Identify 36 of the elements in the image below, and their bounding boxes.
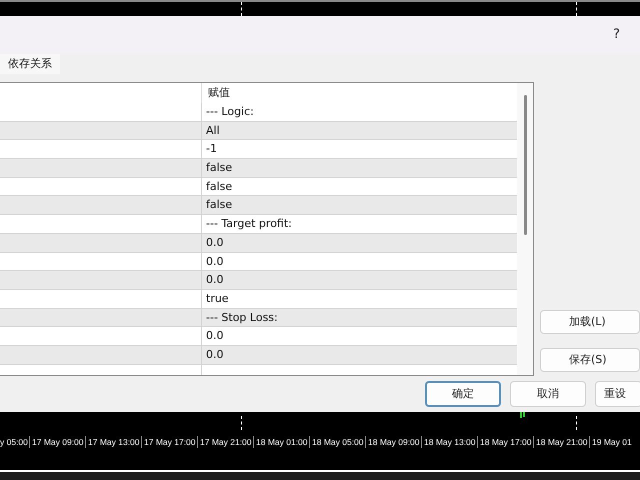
time-label: 18 May 17:00 [477, 436, 533, 448]
table-cell-text: --- Logic: [205, 104, 254, 120]
table-cell-text: 0.0 [205, 328, 224, 344]
table-cell-text: false [205, 178, 232, 195]
scrollbar-thumb[interactable] [524, 95, 526, 235]
time-label: 18 May 09:00 [365, 436, 421, 448]
time-label: 17 May 09:00 [29, 436, 85, 448]
table-cell-text: --- Stop Loss: [205, 310, 278, 326]
side-button[interactable]: 保存(S) [540, 348, 640, 372]
candle-icon [520, 412, 526, 418]
time-label: 17 May 21:00 [197, 436, 253, 448]
table-cell-text: 0.0 [205, 346, 224, 363]
dialog-button[interactable]: 确定 [425, 381, 501, 407]
help-button[interactable]: ? [613, 25, 620, 45]
time-label: 18 May 01:00 [253, 436, 309, 448]
time-label: 18 May 05:00 [309, 436, 365, 448]
dialog-button[interactable]: 取消 [510, 381, 586, 407]
time-label: 18 May 13:00 [421, 436, 477, 448]
table-cell-text: 0.0 [205, 234, 224, 251]
table-cell-text: false [205, 197, 232, 214]
side-button[interactable]: 加载(L) [540, 310, 640, 334]
tab[interactable]: 依存关系 [0, 54, 60, 74]
table-cell-text: -1 [205, 141, 217, 158]
dialog-button[interactable]: 重设 [595, 381, 640, 407]
time-label: 17 May 17:00 [141, 436, 197, 448]
time-label: 19 May 01 [589, 436, 640, 448]
table-cell-text: All [205, 122, 220, 139]
table-cell-text: 0.0 [205, 254, 224, 270]
table-cell-text: false [205, 160, 232, 176]
column-header: 赋值 [207, 85, 231, 101]
time-label: 17 May 13:00 [85, 436, 141, 448]
time-label: y 05:00 [0, 436, 29, 448]
table-cell-text: true [205, 290, 229, 307]
table-cell-text: 0.0 [205, 272, 224, 288]
table-cell-text: --- Target profit: [205, 216, 292, 232]
time-label: 18 May 21:00 [533, 436, 589, 448]
